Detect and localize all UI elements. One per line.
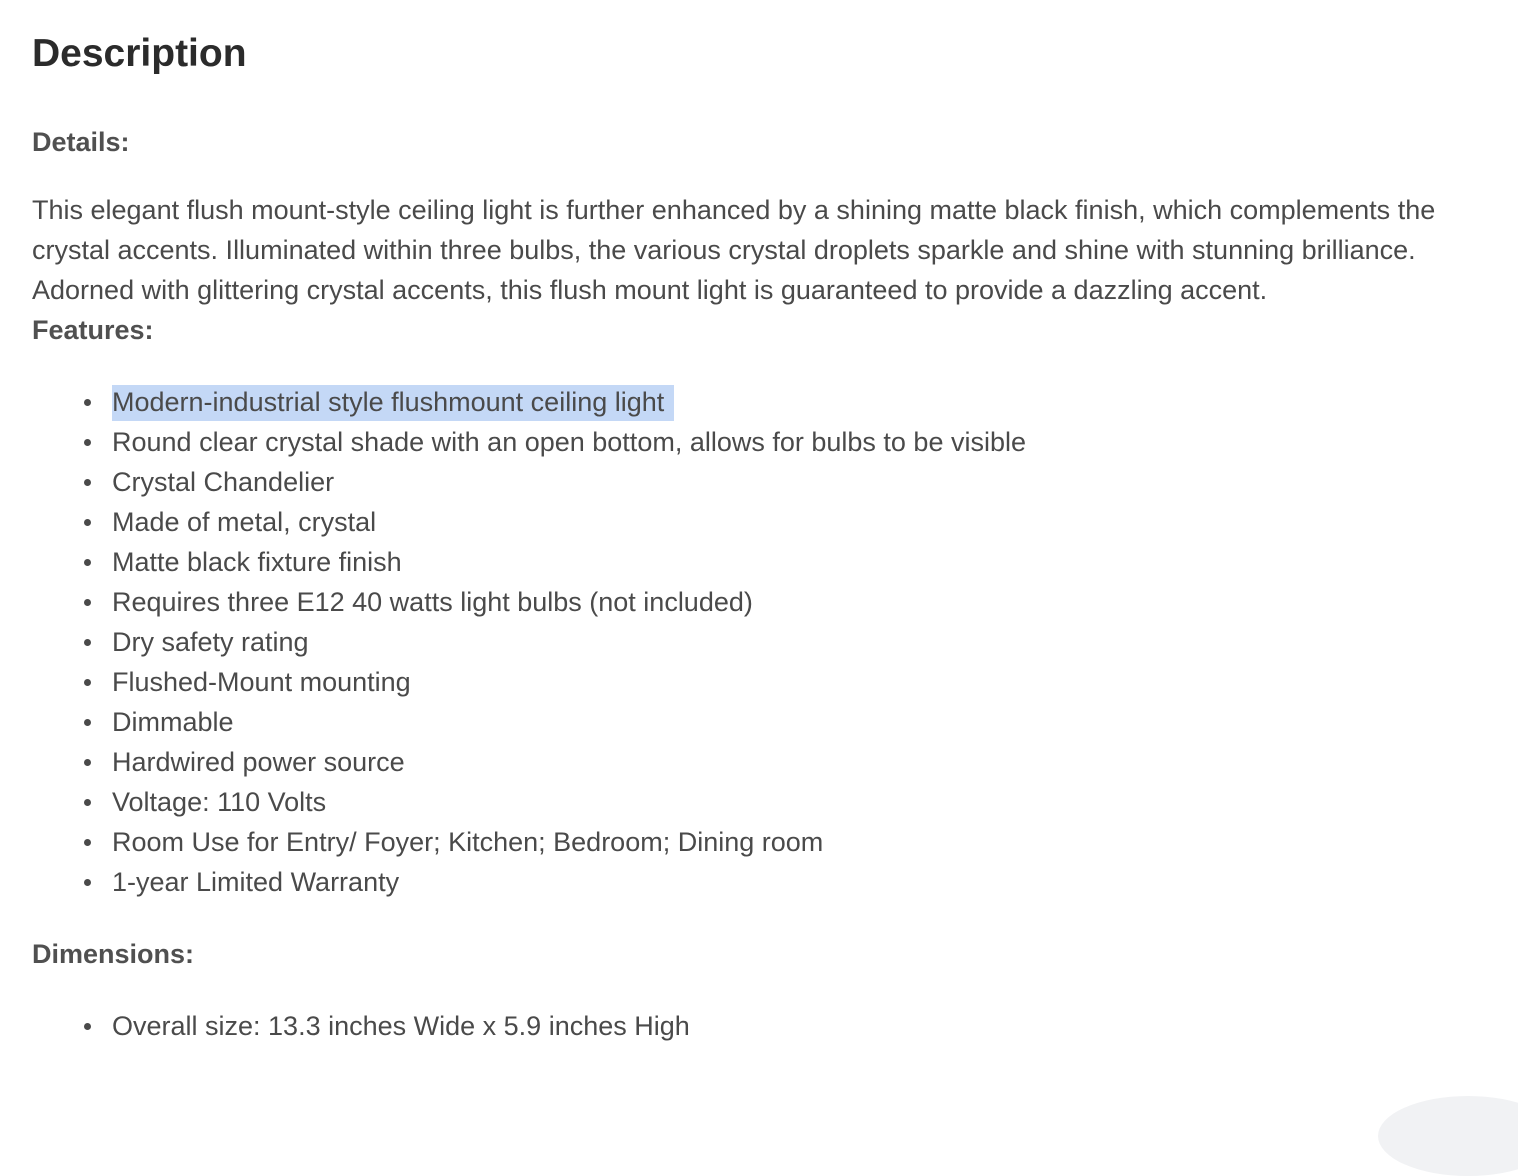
list-item: Flushed-Mount mounting	[32, 662, 1026, 702]
bullet-icon	[84, 599, 91, 606]
bullet-icon	[84, 879, 91, 886]
bullet-icon	[84, 559, 91, 566]
feature-text: Dry safety rating	[112, 627, 309, 657]
bullet-icon	[84, 479, 91, 486]
list-item: Matte black fixture finish	[32, 542, 1026, 582]
bullet-icon	[84, 1023, 91, 1030]
feature-text: Made of metal, crystal	[112, 507, 377, 537]
list-item: Dry safety rating	[32, 622, 1026, 662]
page-title: Description	[32, 32, 247, 75]
feature-text: Hardwired power source	[112, 747, 405, 777]
bullet-icon	[84, 719, 91, 726]
bullet-icon	[84, 439, 91, 446]
feature-text: Requires three E12 40 watts light bulbs …	[112, 587, 753, 617]
list-item: Overall size: 13.3 inches Wide x 5.9 inc…	[32, 1006, 690, 1046]
features-label: Features:	[32, 315, 154, 345]
feature-text: Room Use for Entry/ Foyer; Kitchen; Bedr…	[112, 827, 824, 857]
list-item: Round clear crystal shade with an open b…	[32, 422, 1026, 462]
list-item: Room Use for Entry/ Foyer; Kitchen; Bedr…	[32, 822, 1026, 862]
dimensions-label: Dimensions:	[32, 939, 195, 969]
bullet-icon	[84, 639, 91, 646]
bullet-icon	[84, 399, 91, 406]
details-label: Details:	[32, 127, 130, 157]
dimensions-list: Overall size: 13.3 inches Wide x 5.9 inc…	[32, 1006, 690, 1046]
dimension-text: Overall size: 13.3 inches Wide x 5.9 inc…	[112, 1011, 690, 1041]
list-item: Crystal Chandelier	[32, 462, 1026, 502]
list-item: Modern-industrial style flushmount ceili…	[32, 382, 1026, 422]
list-item: Dimmable	[32, 702, 1026, 742]
bullet-icon	[84, 799, 91, 806]
bullet-icon	[84, 519, 91, 526]
list-item: Made of metal, crystal	[32, 502, 1026, 542]
feature-text: Matte black fixture finish	[112, 547, 402, 577]
feature-text: Dimmable	[112, 707, 234, 737]
feature-text: Flushed-Mount mounting	[112, 667, 411, 697]
feature-text: Round clear crystal shade with an open b…	[112, 427, 1026, 457]
list-item: Voltage: 110 Volts	[32, 782, 1026, 822]
list-item: 1-year Limited Warranty	[32, 862, 1026, 902]
feature-text: Crystal Chandelier	[112, 467, 335, 497]
feature-text: Voltage: 110 Volts	[112, 787, 327, 817]
bullet-icon	[84, 839, 91, 846]
bullet-icon	[84, 759, 91, 766]
bullet-icon	[84, 679, 91, 686]
feature-text: 1-year Limited Warranty	[112, 867, 400, 897]
list-item: Requires three E12 40 watts light bulbs …	[32, 582, 1026, 622]
details-paragraph: This elegant flush mount-style ceiling l…	[32, 195, 1436, 305]
features-list: Modern-industrial style flushmount ceili…	[32, 382, 1026, 902]
feature-text-selected[interactable]: Modern-industrial style flushmount ceili…	[112, 385, 675, 421]
corner-widget-edge	[1378, 1096, 1518, 1176]
list-item: Hardwired power source	[32, 742, 1026, 782]
